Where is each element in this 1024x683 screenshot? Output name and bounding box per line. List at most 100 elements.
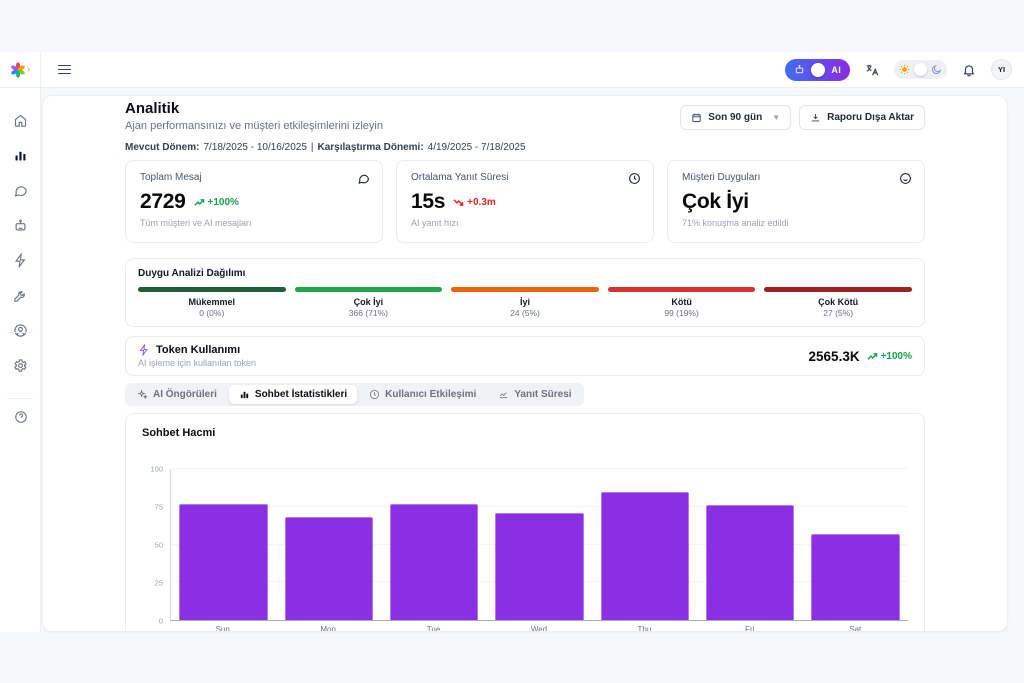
chart-bar[interactable] — [601, 492, 689, 620]
trend-down-icon — [453, 198, 464, 207]
tab-chat-statistics[interactable]: Sohbet İstatistikleri — [229, 385, 357, 404]
chart-x-label: Sat — [803, 625, 908, 632]
smiley-icon — [899, 172, 912, 190]
export-report-label: Raporu Dışa Aktar — [827, 112, 914, 123]
ai-mode-toggle[interactable]: AI — [785, 59, 850, 81]
export-report-button[interactable]: Raporu Dışa Aktar — [799, 105, 925, 130]
stat-label: Toplam Mesaj — [140, 172, 368, 183]
hamburger-menu-icon[interactable] — [58, 65, 71, 75]
tab-response-time[interactable]: Yanıt Süresi — [488, 385, 581, 404]
date-range-label: Son 90 gün — [708, 112, 762, 123]
sentiment-title: Duygu Analizi Dağılımı — [138, 268, 912, 279]
chart-x-label: Fri — [697, 625, 802, 632]
sidebar-settings-icon[interactable] — [8, 353, 32, 377]
token-delta: +100% — [867, 351, 912, 362]
tab-ai-insights[interactable]: AI Öngörüleri — [127, 385, 227, 404]
chart-x-label: Wed — [486, 625, 591, 632]
chart-bar[interactable] — [495, 513, 583, 620]
sidebar-help-icon[interactable] — [0, 410, 41, 424]
stat-card-total-messages: Toplam Mesaj 2729 +100% Tüm müşteri ve A… — [125, 160, 383, 243]
chart-bar[interactable] — [390, 504, 478, 620]
page-header: Analitik Ajan performansınızı ve müşteri… — [125, 100, 925, 132]
sentiment-segment-good: İyi 24 (5%) — [451, 287, 599, 318]
app-header: › AI — [0, 52, 1024, 88]
sun-icon — [899, 64, 910, 75]
stat-card-avg-response: Ortalama Yanıt Süresi 15s +0.3m AI yanıt… — [396, 160, 654, 243]
sidebar-zap-icon[interactable] — [8, 248, 32, 272]
current-period-range: 7/18/2025 - 10/16/2025 — [203, 142, 306, 153]
chart-bars — [171, 469, 908, 620]
sidebar-expand-chevron-icon[interactable]: › — [27, 65, 30, 75]
line-chart-icon — [498, 389, 509, 400]
page: { "header": { "ai_label": "AI", "avatar_… — [0, 0, 1024, 683]
analytics-tabs: AI Öngörüleri Sohbet İstatistikleri Kull… — [125, 383, 584, 406]
chart-x-label: Tue — [381, 625, 486, 632]
stat-card-customer-sentiment: Müşteri Duyguları Çok İyi 71% konuşma an… — [667, 160, 925, 243]
token-title: Token Kullanımı — [156, 344, 240, 356]
chart-y-tick: 25 — [155, 579, 163, 588]
stat-delta: +100% — [194, 197, 239, 208]
stat-value: Çok İyi — [682, 190, 749, 214]
sentiment-bar — [138, 287, 286, 292]
chart-x-label: Thu — [592, 625, 697, 632]
sentiment-bar — [295, 287, 443, 292]
stat-label: Ortalama Yanıt Süresi — [411, 172, 639, 183]
chevron-down-icon: ▼ — [772, 113, 780, 122]
ai-toggle-knob[interactable] — [811, 63, 825, 77]
bot-icon — [794, 64, 805, 75]
sidebar-chat-icon[interactable] — [8, 178, 32, 202]
sidebar-divider — [7, 332, 33, 333]
calendar-icon — [691, 112, 702, 123]
period-separator: | — [311, 142, 314, 153]
chart: 0255075100 — [142, 469, 908, 621]
token-zap-icon — [138, 344, 150, 356]
chart-bar[interactable] — [285, 517, 373, 620]
sidebar-divider-bottom — [7, 398, 33, 399]
clock-icon — [369, 389, 380, 400]
trend-up-icon — [194, 198, 205, 207]
chart-x-label: Mon — [275, 625, 380, 632]
notifications-bell-icon[interactable] — [962, 63, 976, 77]
stat-delta: +0.3m — [453, 197, 496, 208]
logo-area[interactable]: › — [0, 52, 41, 87]
sentiment-bar — [608, 287, 756, 292]
chart-bar[interactable] — [811, 534, 899, 620]
tab-user-engagement[interactable]: Kullanıcı Etkileşimi — [359, 385, 486, 404]
chart-y-tick: 0 — [159, 617, 163, 626]
period-line: Mevcut Dönem: 7/18/2025 - 10/16/2025 | Karş… — [125, 142, 925, 153]
stat-subtext: Tüm müşteri ve AI mesajları — [140, 218, 368, 228]
sidebar-analytics-icon[interactable] — [8, 143, 32, 167]
main-panel: Analitik Ajan performansınızı ve müşteri… — [42, 95, 1008, 632]
stat-label: Müşteri Duyguları — [682, 172, 910, 183]
chart-title: Sohbet Hacmi — [142, 427, 908, 439]
chart-y-tick: 100 — [150, 465, 163, 474]
translate-icon[interactable] — [865, 63, 879, 77]
stat-subtext: AI yanıt hızı — [411, 218, 639, 228]
sentiment-bar — [764, 287, 912, 292]
theme-toggle-knob[interactable] — [914, 63, 927, 76]
chart-bar[interactable] — [179, 504, 267, 620]
sidebar-bot-icon[interactable] — [8, 213, 32, 237]
date-range-select[interactable]: Son 90 gün ▼ — [680, 105, 791, 130]
sidebar-home-icon[interactable] — [8, 108, 32, 132]
compare-period-range: 4/19/2025 - 7/18/2025 — [428, 142, 526, 153]
chart-plot — [170, 469, 908, 621]
theme-toggle[interactable] — [894, 60, 947, 79]
token-subtext: AI işleme için kullanılan token — [138, 358, 256, 368]
compare-period-label: Karşılaştırma Dönemi: — [318, 142, 424, 153]
current-period-label: Mevcut Dönem: — [125, 142, 199, 153]
chart-bar[interactable] — [706, 505, 794, 620]
download-icon — [810, 112, 821, 123]
sidebar-contacts-icon[interactable] — [8, 318, 32, 342]
user-avatar[interactable]: YI — [991, 59, 1012, 80]
chat-volume-chart-card: Sohbet Hacmi 0255075100 SunMonTueWedThuF… — [125, 413, 925, 632]
sentiment-segment-excellent: Mükemmel 0 (0%) — [138, 287, 286, 318]
chart-x-axis: SunMonTueWedThuFriSat — [170, 625, 908, 632]
sentiment-distribution-card: Duygu Analizi Dağılımı Mükemmel 0 (0%) Ç… — [125, 258, 925, 327]
sentiment-segment-very-good: Çok İyi 366 (71%) — [295, 287, 443, 318]
sidebar-rail — [0, 88, 41, 632]
stat-value: 15s — [411, 190, 445, 214]
token-usage-card: Token Kullanımı AI işleme için kullanıla… — [125, 336, 925, 376]
sentiment-bar — [451, 287, 599, 292]
sidebar-tools-icon[interactable] — [8, 283, 32, 307]
